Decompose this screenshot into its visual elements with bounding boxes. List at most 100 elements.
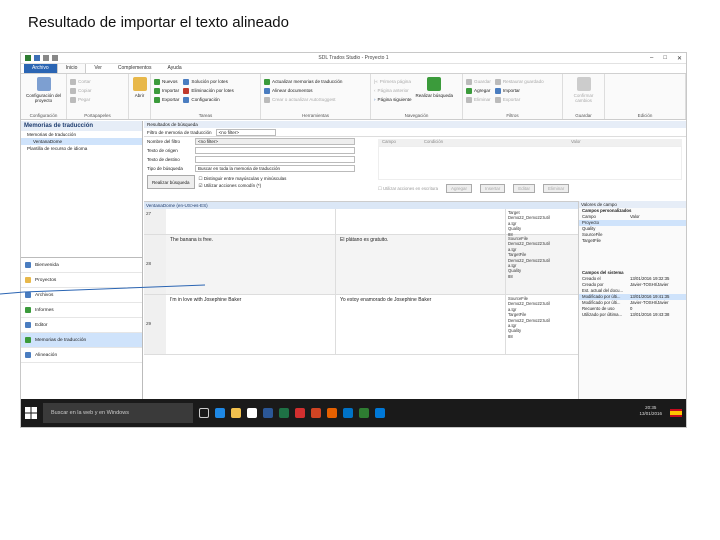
restore-saved-button[interactable]: Restaurar guardado (494, 77, 544, 86)
menu-archivo[interactable]: Archivo (24, 64, 57, 73)
ribbon-group-edit: Edición (605, 74, 686, 119)
list-item[interactable]: Utilizado por última... 13/01/2016 19:43:… (579, 312, 686, 318)
menu-ver[interactable]: Ver (86, 64, 110, 73)
edit-condition-button[interactable]: Editar (513, 184, 536, 193)
field-values-panel: Valores de campo Campos personalizados C… (578, 201, 686, 401)
source-text-field[interactable] (195, 147, 355, 154)
paste-button[interactable]: Pegar (70, 95, 125, 104)
nav-informes[interactable]: Informes (21, 303, 142, 318)
powerpoint-icon[interactable] (311, 408, 321, 418)
tree-item-tms[interactable]: Memorias de traducción (21, 131, 142, 138)
run-search-button[interactable]: Realizar búsqueda (147, 175, 195, 189)
tree-item-ventanadome[interactable]: VentanaDome (21, 138, 142, 145)
import-filter-button[interactable]: Importar (494, 86, 544, 95)
table-row[interactable]: 27 Target Demo22_Demo22:tutil a.tgr Quality… (144, 209, 578, 237)
nav-bienvenida[interactable]: Bienvenida (21, 258, 142, 273)
search-actions-row: Realizar búsqueda ☐ Distinguir entre may… (144, 173, 374, 191)
trados-icon[interactable] (359, 408, 369, 418)
add-filter-button[interactable]: Agregar (466, 86, 491, 95)
delete-filter-button[interactable]: Eliminar (466, 95, 491, 104)
nav-editor[interactable]: Editor (21, 318, 142, 333)
settings-button[interactable]: Configuración (183, 95, 233, 104)
main-area: Resultados de búsqueda Filtro de memoria… (144, 121, 686, 401)
target-text-row: Texto de destino (144, 155, 374, 164)
flag-icon[interactable] (670, 409, 682, 417)
mail-icon[interactable] (375, 408, 385, 418)
file-explorer-icon[interactable] (231, 408, 241, 418)
batch-icon (183, 78, 190, 85)
open-button[interactable]: Abrir (132, 77, 147, 98)
slide-caption: Resultado de importar el texto alineado (28, 14, 289, 31)
export-icon (154, 96, 160, 103)
search-icon (427, 77, 442, 91)
filter-bar-label: Filtro de memoria de traducción (147, 129, 212, 135)
restore-icon (494, 78, 501, 85)
maximize-button[interactable]: □ (663, 55, 667, 62)
add-condition-button[interactable]: Agregar (445, 184, 472, 193)
view-navigation: Bienvenida Proyectos Archivos Informes E… (21, 257, 142, 363)
commit-changes-button[interactable]: Confirmar cambios (566, 77, 601, 103)
filter-name-row: Nombre del filtro <no filter> (144, 137, 374, 146)
taskbar-search-box[interactable]: Buscar en la web y en Windows (43, 403, 193, 423)
wildcard-checkbox[interactable]: ☑ Utilizar acciones comodín (*) (199, 183, 287, 189)
table-row[interactable]: 29 I'm in love with Josephine Baker Yo e… (144, 295, 578, 355)
delete-icon (183, 87, 190, 94)
batch-solution-button[interactable]: Solución por lotes (183, 77, 233, 86)
windows-start-icon[interactable] (25, 407, 37, 419)
menu-bar: Archivo Inicio Ver Complementos Ayuda (21, 63, 686, 74)
filter-name-field[interactable]: <no filter> (195, 138, 355, 145)
search-type-select[interactable]: Buscar en toda la memoria de traducción (195, 165, 355, 172)
new-button[interactable]: Nuevos (154, 77, 179, 86)
home-icon (25, 262, 31, 268)
acrobat-icon[interactable] (295, 408, 305, 418)
system-clock[interactable]: 20:35 13/01/2016 (639, 405, 662, 417)
paste-icon (70, 96, 76, 103)
delete-condition-button[interactable]: Eliminar (543, 184, 570, 193)
update-tm-button[interactable]: Actualizar memorias de traducción (264, 77, 367, 86)
nav-alineacion[interactable]: Alineación (21, 348, 142, 363)
search-results-header: Resultados de búsqueda (144, 121, 686, 128)
project-settings-button[interactable]: Configuración del proyecto (24, 77, 63, 103)
autosuggest-button[interactable]: Crear o actualizar AutoSuggest (264, 95, 367, 104)
cut-button[interactable]: Cortar (70, 77, 125, 86)
ribbon-group-tools: Actualizar memorias de traducción Alinea… (261, 74, 371, 119)
export-button[interactable]: Exportar (154, 95, 179, 104)
store-icon[interactable] (247, 408, 257, 418)
write-actions-checkbox[interactable]: ☐ Utilizar acciones en escritura (378, 186, 438, 192)
save-icon (466, 78, 472, 85)
firefox-icon[interactable] (327, 408, 337, 418)
menu-inicio[interactable]: Inicio (56, 63, 87, 73)
first-page-button[interactable]: |« Primera página (374, 77, 412, 86)
align-documents-button[interactable]: Alinear documentos (264, 86, 367, 95)
update-icon (264, 78, 270, 85)
filter-select[interactable]: <no filter> (215, 128, 276, 136)
word-icon[interactable] (263, 408, 273, 418)
next-page-button[interactable]: › Página siguiente (374, 95, 412, 104)
case-checkbox[interactable]: ☐ Distinguir entre mayúsculas y minúscul… (199, 176, 287, 182)
excel-icon[interactable] (279, 408, 289, 418)
target-text-field[interactable] (195, 156, 355, 163)
insert-condition-button[interactable]: Insertar (480, 184, 506, 193)
system-fields-list: Campos del sistema Creado el 13/01/2016 1… (579, 270, 686, 318)
menu-ayuda[interactable]: Ayuda (160, 64, 190, 73)
list-item[interactable]: TargetFile (579, 238, 686, 244)
previous-page-button[interactable]: ‹ Página anterior (374, 86, 412, 95)
task-view-icon[interactable] (199, 408, 209, 418)
tm-grid: VentanaDome (en-US>es-ES) 27 Target Demo2… (144, 201, 578, 401)
source-text-row: Texto de origen (144, 146, 374, 155)
alignment-icon (25, 352, 31, 358)
tree-item-language-resources[interactable]: Plantilla de recurso de idioma (21, 145, 142, 152)
minimize-button[interactable]: – (650, 55, 653, 62)
edge-icon[interactable] (215, 408, 225, 418)
outlook-icon[interactable] (343, 408, 353, 418)
import-button[interactable]: Importar (154, 86, 179, 95)
left-pane-title: Memorias de traducción (21, 121, 142, 131)
export-filter-button[interactable]: Exportar (494, 95, 544, 104)
close-button[interactable]: ✕ (677, 55, 682, 62)
menu-complementos[interactable]: Complementos (110, 64, 160, 73)
batch-delete-button[interactable]: Eliminación por lotes (183, 86, 234, 95)
copy-button[interactable]: Copiar (70, 86, 125, 95)
custom-fields-list: Campos personalizados Campo Valor Proyect… (579, 208, 686, 244)
save-filter-button[interactable]: Guardar (466, 77, 491, 86)
nav-memorias[interactable]: Memorias de traducción (21, 333, 142, 348)
